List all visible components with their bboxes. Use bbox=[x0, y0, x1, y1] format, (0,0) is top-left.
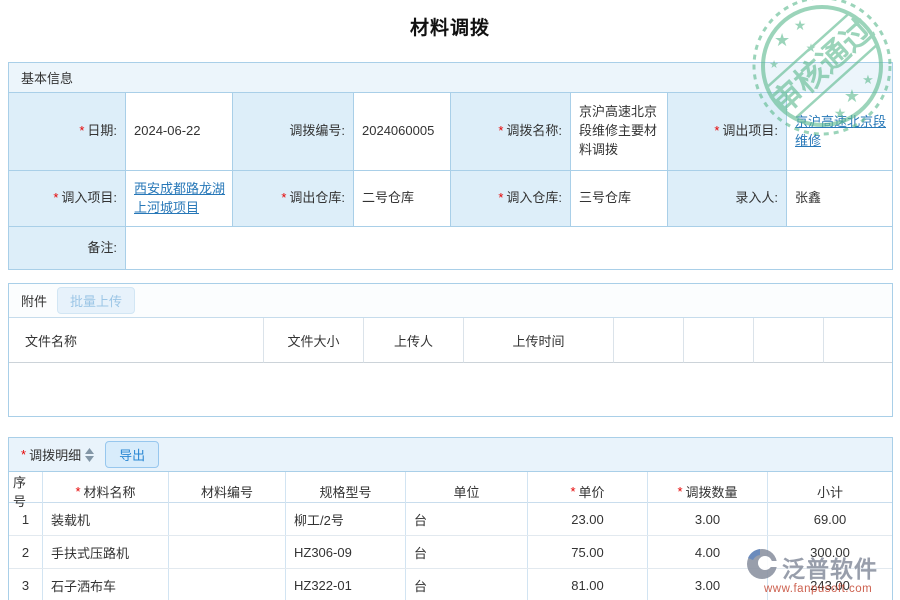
required-marker: * bbox=[498, 189, 503, 208]
out-warehouse-label: * 调出仓库: bbox=[233, 171, 354, 227]
cell-transfer-qty: 3.00 bbox=[648, 569, 768, 600]
cell-unit: 台 bbox=[406, 569, 528, 600]
table-row[interactable]: 2 手扶式压路机 HZ306-09 台 75.00 4.00 300.00 bbox=[9, 536, 892, 569]
cell-transfer-qty: 4.00 bbox=[648, 536, 768, 568]
transfer-name-label: * 调拨名称: bbox=[451, 93, 571, 171]
details-section: * 调拨明细 导出 序号 * 材料名称 材料编号 规格型号 单位 * 单价 bbox=[8, 437, 893, 600]
cell-material-code bbox=[169, 569, 286, 600]
cell-material-code bbox=[169, 536, 286, 568]
in-project-label: * 调入项目: bbox=[9, 171, 126, 227]
cell-unit: 台 bbox=[406, 536, 528, 568]
details-section-header: * 调拨明细 导出 bbox=[9, 438, 892, 472]
transfer-no-value: 2024060005 bbox=[354, 93, 451, 171]
attachments-section: 附件 批量上传 文件名称 文件大小 上传人 上传时间 bbox=[8, 283, 893, 417]
cell-subtotal: 243.00 bbox=[768, 569, 892, 600]
in-project-link[interactable]: 西安成都路龙湖上河城项目 bbox=[134, 180, 226, 218]
required-marker: * bbox=[498, 122, 503, 141]
details-title: 调拨明细 bbox=[29, 445, 81, 464]
cell-unit: 台 bbox=[406, 503, 528, 535]
remark-value[interactable] bbox=[126, 227, 892, 269]
cell-unit-price: 75.00 bbox=[528, 536, 648, 568]
cell-material-name: 手扶式压路机 bbox=[43, 536, 169, 568]
table-row[interactable]: 3 石子洒布车 HZ322-01 台 81.00 3.00 243.00 bbox=[9, 569, 892, 600]
attachments-section-header: 附件 批量上传 bbox=[9, 284, 892, 318]
cell-unit-price: 23.00 bbox=[528, 503, 648, 535]
in-warehouse-value: 三号仓库 bbox=[571, 171, 668, 227]
col-empty bbox=[614, 318, 684, 363]
basic-info-title: 基本信息 bbox=[21, 68, 73, 87]
transfer-no-label: 调拨编号: bbox=[233, 93, 354, 171]
required-marker: * bbox=[714, 122, 719, 141]
out-warehouse-value: 二号仓库 bbox=[354, 171, 451, 227]
table-row[interactable]: 1 装载机 柳工/2号 台 23.00 3.00 69.00 bbox=[9, 503, 892, 536]
in-project-value: 西安成都路龙湖上河城项目 bbox=[126, 171, 233, 227]
sort-spinner-icon[interactable] bbox=[84, 447, 95, 463]
cell-seq: 1 bbox=[9, 503, 43, 535]
attachments-title: 附件 bbox=[21, 291, 47, 310]
recorder-value: 张鑫 bbox=[787, 171, 892, 227]
col-upload-time: 上传时间 bbox=[464, 318, 614, 363]
batch-upload-button[interactable]: 批量上传 bbox=[57, 287, 135, 314]
required-marker: * bbox=[677, 484, 682, 499]
required-marker: * bbox=[79, 122, 84, 141]
cell-material-name: 石子洒布车 bbox=[43, 569, 169, 600]
cell-material-code bbox=[169, 503, 286, 535]
out-project-label: * 调出项目: bbox=[668, 93, 787, 171]
remark-label: 备注: bbox=[9, 227, 126, 269]
cell-transfer-qty: 3.00 bbox=[648, 503, 768, 535]
out-project-link[interactable]: 京沪高速北京段维修 bbox=[795, 113, 886, 151]
basic-info-section-header: 基本信息 bbox=[9, 63, 892, 93]
basic-info-section: 基本信息 * 日期: 2024-06-22 调拨编号: 2024060005 *… bbox=[8, 62, 893, 270]
cell-subtotal: 300.00 bbox=[768, 536, 892, 568]
required-marker: * bbox=[281, 189, 286, 208]
date-value[interactable]: 2024-06-22 bbox=[126, 93, 233, 171]
attachments-empty-body bbox=[9, 363, 892, 416]
material-transfer-page: 材料调拨 基本信息 * 日期: 2024-06-22 调拨编号: 2024060… bbox=[0, 0, 900, 600]
cell-subtotal: 69.00 bbox=[768, 503, 892, 535]
out-project-value: 京沪高速北京段维修 bbox=[787, 93, 892, 171]
in-warehouse-label: * 调入仓库: bbox=[451, 171, 571, 227]
col-file-size: 文件大小 bbox=[264, 318, 364, 363]
cell-spec-model: 柳工/2号 bbox=[286, 503, 406, 535]
cell-spec-model: HZ306-09 bbox=[286, 536, 406, 568]
required-marker: * bbox=[21, 447, 26, 462]
cell-seq: 2 bbox=[9, 536, 43, 568]
cell-material-name: 装载机 bbox=[43, 503, 169, 535]
attachments-table-header: 文件名称 文件大小 上传人 上传时间 bbox=[9, 318, 892, 363]
col-empty bbox=[754, 318, 824, 363]
required-marker: * bbox=[570, 484, 575, 499]
export-button[interactable]: 导出 bbox=[105, 441, 159, 468]
details-table-header: 序号 * 材料名称 材料编号 规格型号 单位 * 单价 * 调拨数量 小计 bbox=[9, 472, 892, 503]
col-empty bbox=[824, 318, 892, 363]
cell-spec-model: HZ322-01 bbox=[286, 569, 406, 600]
cell-unit-price: 81.00 bbox=[528, 569, 648, 600]
col-uploader: 上传人 bbox=[364, 318, 464, 363]
required-marker: * bbox=[75, 484, 80, 499]
col-file-name: 文件名称 bbox=[9, 318, 264, 363]
col-empty bbox=[684, 318, 754, 363]
required-marker: * bbox=[53, 189, 58, 208]
recorder-label: 录入人: bbox=[668, 171, 787, 227]
svg-text:★: ★ bbox=[806, 41, 817, 55]
transfer-name-value: 京沪高速北京段维修主要材料调拨 bbox=[571, 93, 668, 171]
page-title: 材料调拨 bbox=[0, 13, 900, 40]
date-label: * 日期: bbox=[9, 93, 126, 171]
cell-seq: 3 bbox=[9, 569, 43, 600]
basic-info-grid: * 日期: 2024-06-22 调拨编号: 2024060005 * 调拨名称… bbox=[9, 93, 892, 269]
